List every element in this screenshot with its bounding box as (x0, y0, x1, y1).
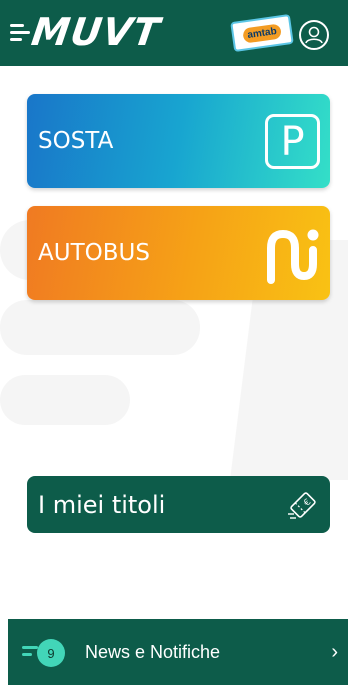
sosta-card[interactable]: SOSTA P (27, 94, 330, 188)
my-tickets-label: I miei titoli (38, 490, 166, 519)
badge-count: 9 (47, 645, 55, 661)
my-tickets-button[interactable]: I miei titoli € (27, 476, 330, 533)
speed-lines-icon (22, 646, 38, 656)
news-label: News e Notifiche (85, 642, 221, 662)
logo-text: MUVT (28, 10, 164, 54)
notification-count-badge: 9 (37, 639, 65, 667)
sosta-label: SOSTA (38, 128, 114, 154)
amtab-logo[interactable]: amtab (230, 13, 294, 53)
ticket-icon: € (288, 492, 316, 519)
chevron-right-icon: › (331, 641, 338, 663)
autobus-card[interactable]: AUTOBUS (27, 206, 330, 300)
muvt-logo: MUVT (10, 10, 164, 54)
parking-icon: P (265, 114, 320, 169)
app-header: MUVT amtab (0, 0, 348, 66)
user-icon (305, 26, 323, 44)
speed-lines-icon (10, 23, 30, 41)
autobus-label: AUTOBUS (38, 240, 150, 266)
amtab-logo-text: amtab (242, 22, 282, 44)
news-notifications-bar[interactable]: 9 News e Notifiche › (8, 619, 348, 685)
bus-route-icon (267, 229, 319, 284)
profile-button[interactable] (299, 20, 329, 50)
